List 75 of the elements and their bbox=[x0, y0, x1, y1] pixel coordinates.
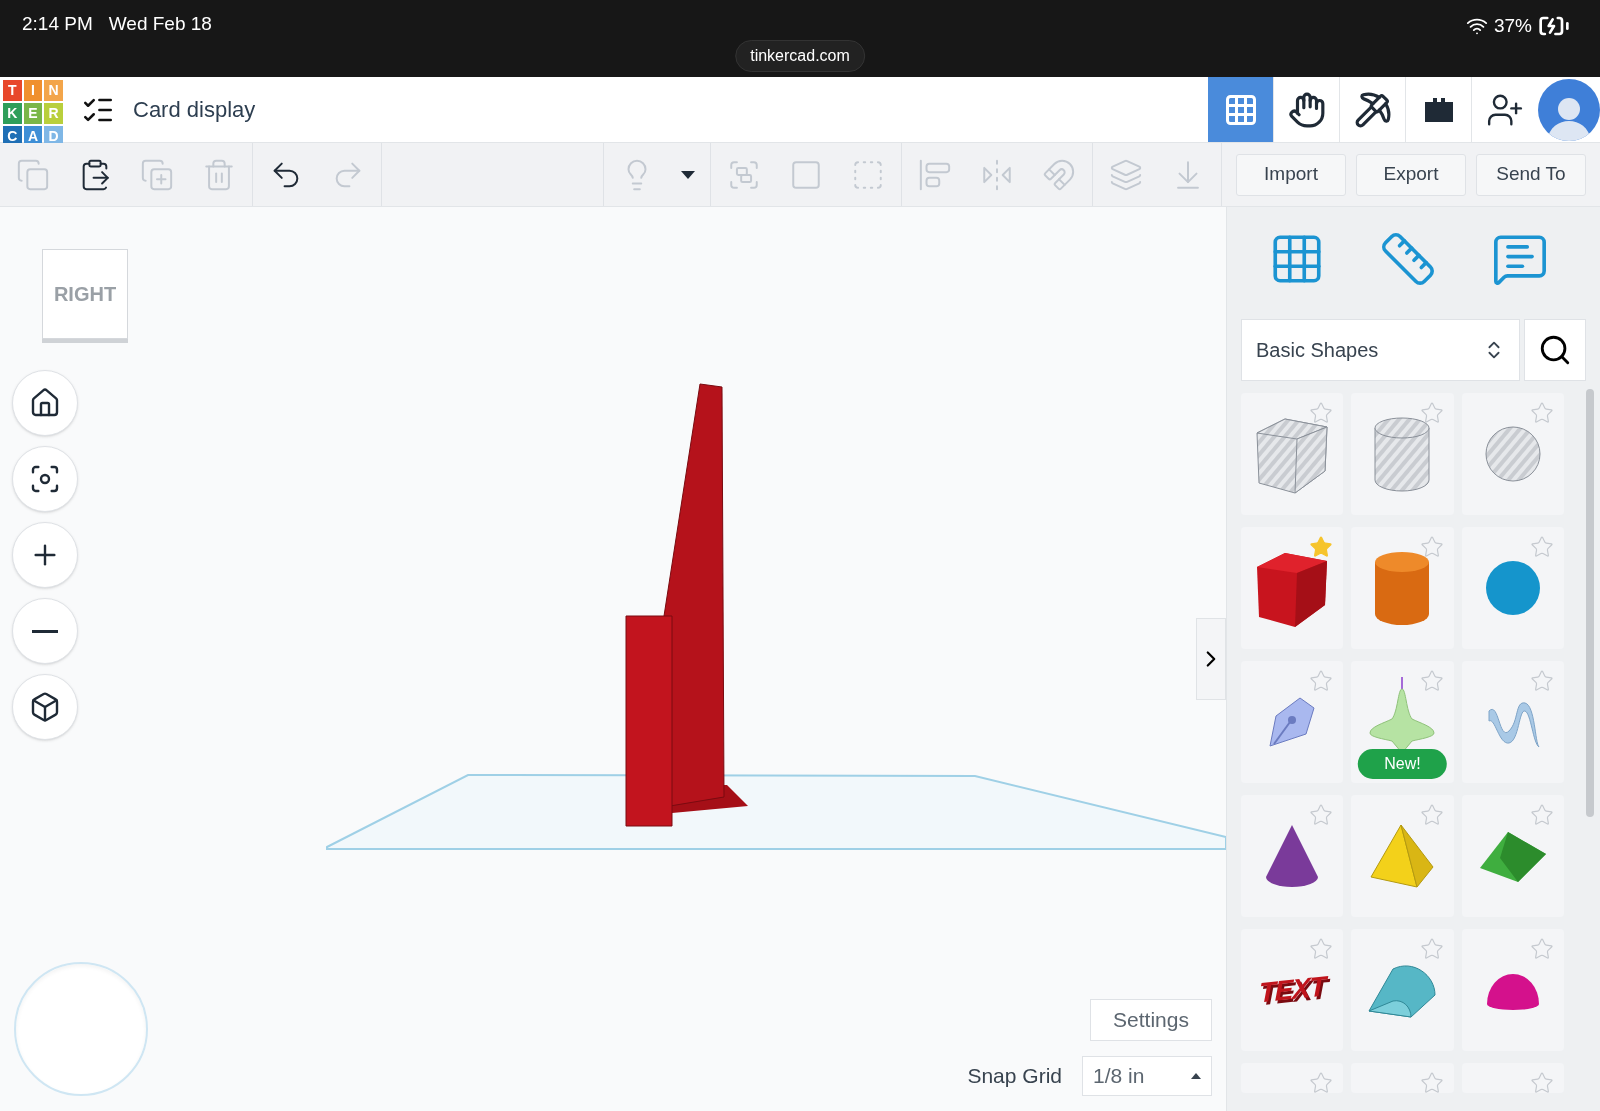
hand-icon bbox=[1287, 90, 1326, 129]
nav-button[interactable] bbox=[12, 674, 78, 740]
nav-button[interactable] bbox=[12, 446, 78, 512]
shape-tile[interactable] bbox=[1351, 795, 1454, 917]
mirror-icon bbox=[980, 157, 1014, 192]
shape-tile[interactable] bbox=[1351, 527, 1454, 649]
new-badge: New! bbox=[1358, 749, 1447, 779]
star-icon[interactable] bbox=[1419, 401, 1444, 425]
shape-tile[interactable] bbox=[1461, 1063, 1564, 1093]
battery-percent: 37% bbox=[1493, 13, 1532, 38]
shape-tile[interactable] bbox=[1241, 527, 1344, 649]
shape-tile[interactable] bbox=[1241, 795, 1344, 917]
pickaxe-icon bbox=[1353, 90, 1392, 129]
search-icon bbox=[1538, 333, 1572, 367]
duplicate-icon bbox=[140, 157, 174, 192]
zoom-out-icon bbox=[32, 629, 58, 633]
star-icon[interactable] bbox=[1530, 669, 1554, 693]
url-field[interactable]: tinkercad.com bbox=[735, 40, 865, 72]
star-icon[interactable] bbox=[1309, 535, 1334, 559]
trash-icon bbox=[202, 157, 236, 192]
status-date: Wed Feb 18 bbox=[108, 12, 212, 36]
avatar[interactable] bbox=[1538, 78, 1600, 141]
search-button[interactable] bbox=[1524, 319, 1586, 381]
shape-tile[interactable] bbox=[1241, 393, 1344, 515]
shape-tile[interactable] bbox=[1461, 795, 1564, 917]
star-icon[interactable] bbox=[1309, 401, 1334, 425]
star-icon[interactable] bbox=[1309, 669, 1334, 693]
star-icon[interactable] bbox=[1419, 535, 1444, 559]
toolbar-text-button[interactable]: Export bbox=[1356, 153, 1466, 196]
cone-icon bbox=[1264, 823, 1321, 889]
caret-icon bbox=[681, 170, 695, 179]
magnet-icon bbox=[1042, 157, 1076, 192]
snap-grid-select[interactable]: 1/8 in bbox=[1082, 1056, 1212, 1096]
shape-tile[interactable] bbox=[1351, 1063, 1454, 1093]
star-icon[interactable] bbox=[1419, 1071, 1444, 1095]
shape-tile[interactable] bbox=[1461, 527, 1564, 649]
shape-tile[interactable] bbox=[1461, 661, 1564, 783]
logo[interactable]: T I N K E R C A D bbox=[3, 79, 63, 140]
shape-tile[interactable]: TEXT bbox=[1241, 929, 1344, 1051]
star-icon[interactable] bbox=[1530, 803, 1554, 827]
cube-icon bbox=[29, 691, 61, 723]
view-cube-label: RIGHT bbox=[53, 282, 117, 307]
snap-grid-label: Snap Grid bbox=[967, 1063, 1062, 1090]
star-icon[interactable] bbox=[1530, 937, 1554, 961]
shape-category-select[interactable]: Basic Shapes bbox=[1241, 319, 1520, 381]
star-icon[interactable] bbox=[1309, 1071, 1334, 1095]
shape-tile[interactable] bbox=[1461, 929, 1564, 1051]
shape-tile[interactable] bbox=[1461, 393, 1564, 515]
fit-view-icon bbox=[29, 463, 61, 495]
text-shape-label: TEXT bbox=[1259, 969, 1326, 1011]
shape-tile[interactable] bbox=[1241, 1063, 1344, 1093]
star-icon[interactable] bbox=[1419, 669, 1444, 693]
pyramid-icon bbox=[1369, 823, 1436, 889]
star-icon[interactable] bbox=[1530, 401, 1554, 425]
star-icon[interactable] bbox=[1530, 535, 1554, 559]
star-icon[interactable] bbox=[1419, 937, 1444, 961]
nav-button[interactable] bbox=[12, 370, 78, 436]
collapse-panel-button[interactable] bbox=[1196, 618, 1226, 700]
home-icon bbox=[29, 387, 61, 419]
toolbar-text-button[interactable]: Send To bbox=[1476, 153, 1586, 196]
shape-tile[interactable] bbox=[1241, 661, 1344, 783]
star-icon[interactable] bbox=[1309, 937, 1334, 961]
status-time: 2:14 PM bbox=[22, 12, 93, 36]
shape-tile[interactable] bbox=[1351, 929, 1454, 1051]
star-icon[interactable] bbox=[1530, 1071, 1554, 1095]
copy-icon bbox=[16, 157, 50, 192]
toolbar-text-button[interactable]: Import bbox=[1236, 153, 1346, 196]
layers-icon bbox=[1109, 157, 1143, 192]
star-icon[interactable] bbox=[1419, 803, 1444, 827]
caret-icon bbox=[1191, 1073, 1201, 1079]
align-icon bbox=[918, 157, 952, 192]
shape-tile[interactable] bbox=[1351, 393, 1454, 515]
design-title[interactable]: Card display bbox=[133, 93, 256, 126]
star-icon[interactable] bbox=[1309, 803, 1334, 827]
settings-button[interactable]: Settings bbox=[1090, 999, 1212, 1041]
